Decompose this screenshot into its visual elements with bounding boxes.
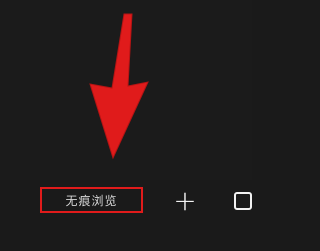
- tabs-corner-icon[interactable]: [233, 190, 255, 212]
- incognito-tab-button[interactable]: 无痕浏览: [40, 187, 143, 213]
- incognito-tab-label: 无痕浏览: [65, 193, 118, 208]
- new-tab-symbol: +: [173, 184, 197, 217]
- plus-icon[interactable]: +: [172, 184, 198, 217]
